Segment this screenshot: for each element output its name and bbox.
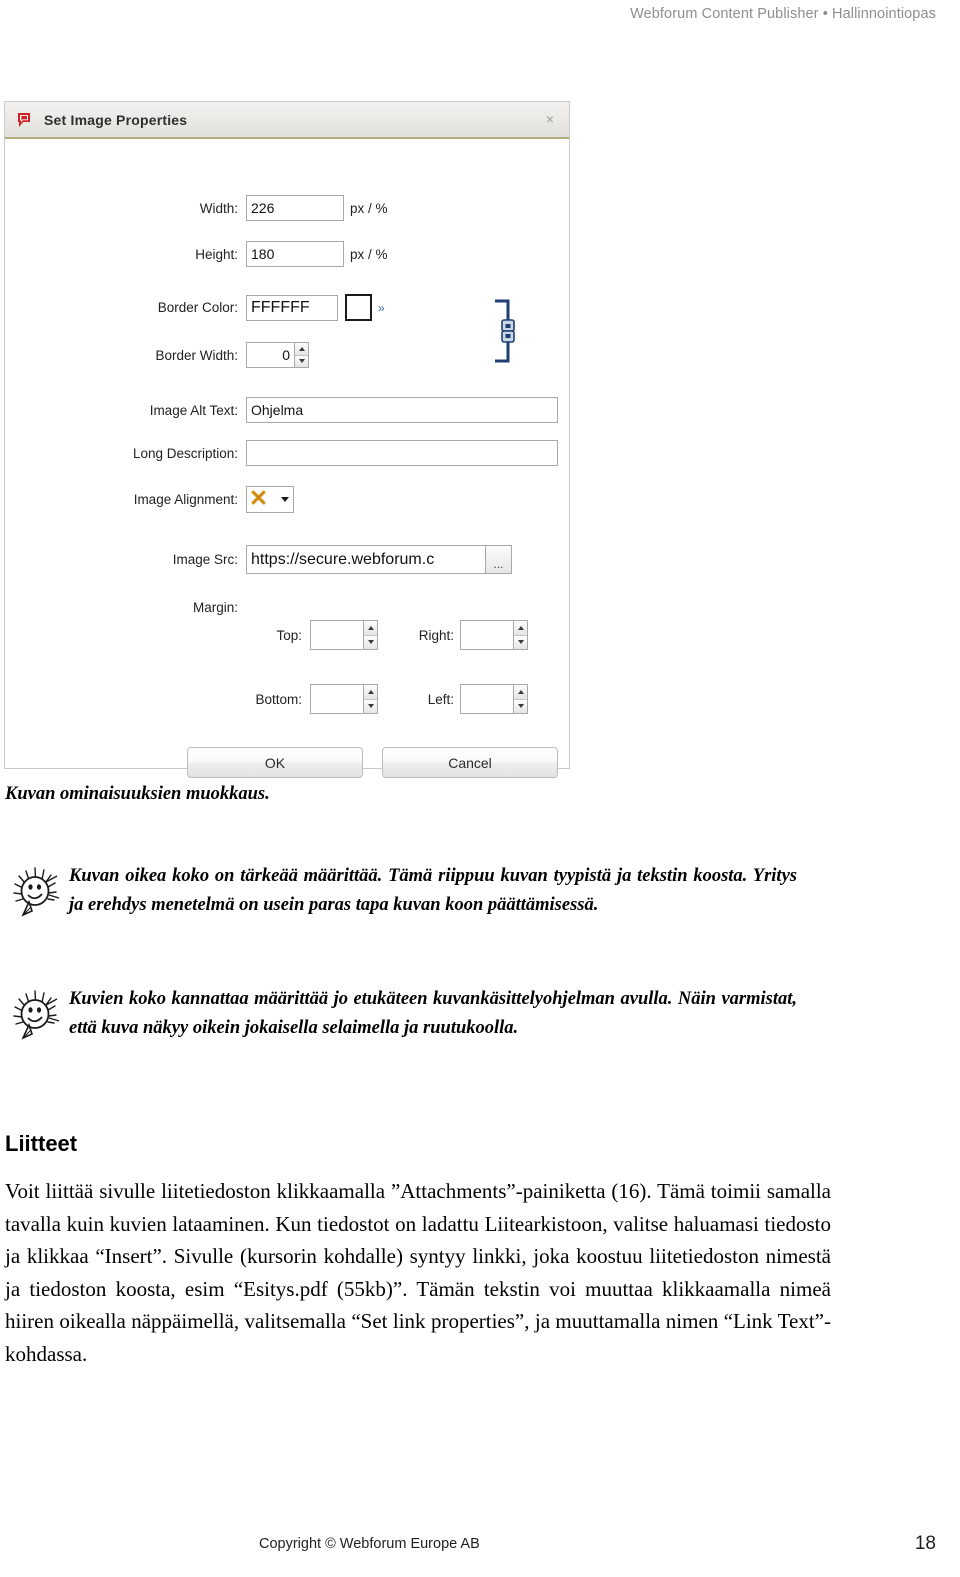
width-units-label: px / %	[350, 200, 388, 216]
image-alignment-label: Image Alignment:	[133, 492, 238, 507]
margin-top-spin-buttons[interactable]	[363, 620, 378, 650]
width-label: Width:	[199, 200, 238, 216]
field-row-border-color: Border Color: »	[5, 294, 475, 321]
tip-text-2: Kuvien koko kannattaa määrittää jo etukä…	[69, 989, 797, 1038]
dialog-body: Width: px / % Height: px / % Border Colo…	[5, 139, 569, 778]
cancel-button[interactable]: Cancel	[382, 747, 558, 778]
body-paragraph: Voit liittää sivulle liitetiedoston klik…	[5, 1179, 831, 1366]
long-description-label: Long Description:	[132, 445, 238, 461]
margin-right-spin-buttons[interactable]	[513, 620, 528, 650]
field-row-margin-bottom-left: Bottom: Left:	[5, 684, 528, 714]
spin-down-icon[interactable]	[514, 699, 527, 713]
margin-right-input[interactable]	[460, 620, 513, 650]
dialog-titlebar: Set Image Properties ×	[5, 101, 569, 139]
section-heading-liitteet: Liitteet	[5, 1131, 78, 1156]
border-color-more-icon[interactable]: »	[378, 301, 385, 315]
image-src-group: ...	[246, 545, 512, 574]
dialog-title: Set Image Properties	[44, 111, 188, 128]
margin-top-label: Top:	[276, 627, 302, 643]
lightbulb-tip-icon	[5, 862, 69, 924]
field-row-image-alt-text: Image Alt Text:	[5, 397, 565, 423]
margin-left-spin-buttons[interactable]	[513, 684, 528, 714]
image-src-label: Image Src:	[172, 552, 238, 567]
margin-left-label: Left:	[427, 691, 454, 707]
field-row-margin-top-right: Top: Right:	[5, 620, 528, 650]
border-width-label: Border Width:	[155, 347, 238, 363]
field-row-width: Width: px / %	[5, 195, 475, 221]
margin-bottom-spin-buttons[interactable]	[363, 684, 378, 714]
spin-up-icon[interactable]	[364, 621, 377, 636]
webforum-logo-icon	[15, 111, 33, 129]
close-icon[interactable]: ×	[540, 110, 560, 128]
margin-bottom-stepper[interactable]	[310, 684, 378, 714]
constrain-proportions-chain-icon[interactable]	[491, 298, 521, 364]
field-row-image-src: Image Src: ...	[5, 545, 565, 574]
height-units-label: px / %	[350, 246, 388, 262]
margin-bottom-input[interactable]	[310, 684, 363, 714]
margin-right-stepper[interactable]	[460, 620, 528, 650]
field-row-height: Height: px / %	[5, 241, 475, 267]
margin-bottom-label: Bottom:	[255, 691, 302, 707]
spin-up-icon[interactable]	[514, 621, 527, 636]
spin-down-icon[interactable]	[514, 635, 527, 649]
border-width-input[interactable]	[246, 342, 294, 368]
border-color-swatch[interactable]	[345, 294, 372, 321]
spin-down-icon[interactable]	[364, 635, 377, 649]
image-src-browse-button[interactable]: ...	[485, 545, 512, 574]
field-row-image-alignment: Image Alignment:	[5, 486, 475, 513]
running-header: Webforum Content Publisher • Hallinnoint…	[630, 6, 936, 22]
chevron-down-icon	[281, 497, 289, 502]
margin-left-input[interactable]	[460, 684, 513, 714]
border-width-spin-buttons[interactable]	[294, 342, 309, 368]
border-color-input[interactable]	[246, 294, 338, 321]
height-label: Height:	[195, 246, 238, 262]
margin-top-input[interactable]	[310, 620, 363, 650]
margin-right-label: Right:	[418, 627, 454, 643]
dialog-button-bar: OK Cancel	[187, 747, 558, 778]
field-row-border-width: Border Width:	[5, 342, 475, 368]
tip-block-2: Kuvien koko kannattaa määrittää jo etukä…	[5, 985, 805, 1047]
spin-up-icon[interactable]	[295, 343, 308, 356]
ok-button[interactable]: OK	[187, 747, 363, 778]
spin-up-icon[interactable]	[514, 685, 527, 700]
set-image-properties-dialog: Set Image Properties × Width: px / % Hei…	[4, 101, 570, 778]
field-row-long-description: Long Description:	[5, 440, 565, 466]
height-input[interactable]	[246, 241, 344, 267]
long-description-input[interactable]	[246, 440, 558, 466]
spin-up-icon[interactable]	[364, 685, 377, 700]
image-alt-text-label: Image Alt Text:	[149, 402, 238, 418]
lightbulb-tip-icon	[5, 985, 69, 1047]
image-alt-text-input[interactable]	[246, 397, 558, 423]
border-width-stepper[interactable]	[246, 342, 309, 368]
border-color-label: Border Color:	[157, 300, 238, 315]
footer-page-number: 18	[914, 1533, 936, 1554]
figure-caption: Kuvan ominaisuuksien muokkaus.	[5, 784, 270, 804]
image-alignment-select[interactable]	[246, 486, 294, 513]
margin-label-row: Margin:	[5, 600, 245, 615]
tip-block-1: Kuvan oikea koko on tärkeää määrittää. T…	[5, 862, 805, 924]
width-input[interactable]	[246, 195, 344, 221]
spin-down-icon[interactable]	[364, 699, 377, 713]
margin-label: Margin:	[192, 600, 238, 615]
tip-text-1: Kuvan oikea koko on tärkeää määrittää. T…	[69, 866, 797, 915]
spin-down-icon[interactable]	[295, 355, 308, 367]
margin-left-stepper[interactable]	[460, 684, 528, 714]
image-src-input[interactable]	[246, 545, 487, 574]
orange-x-icon	[251, 490, 266, 510]
footer-copyright: Copyright © Webforum Europe AB	[259, 1536, 480, 1552]
margin-top-stepper[interactable]	[310, 620, 378, 650]
